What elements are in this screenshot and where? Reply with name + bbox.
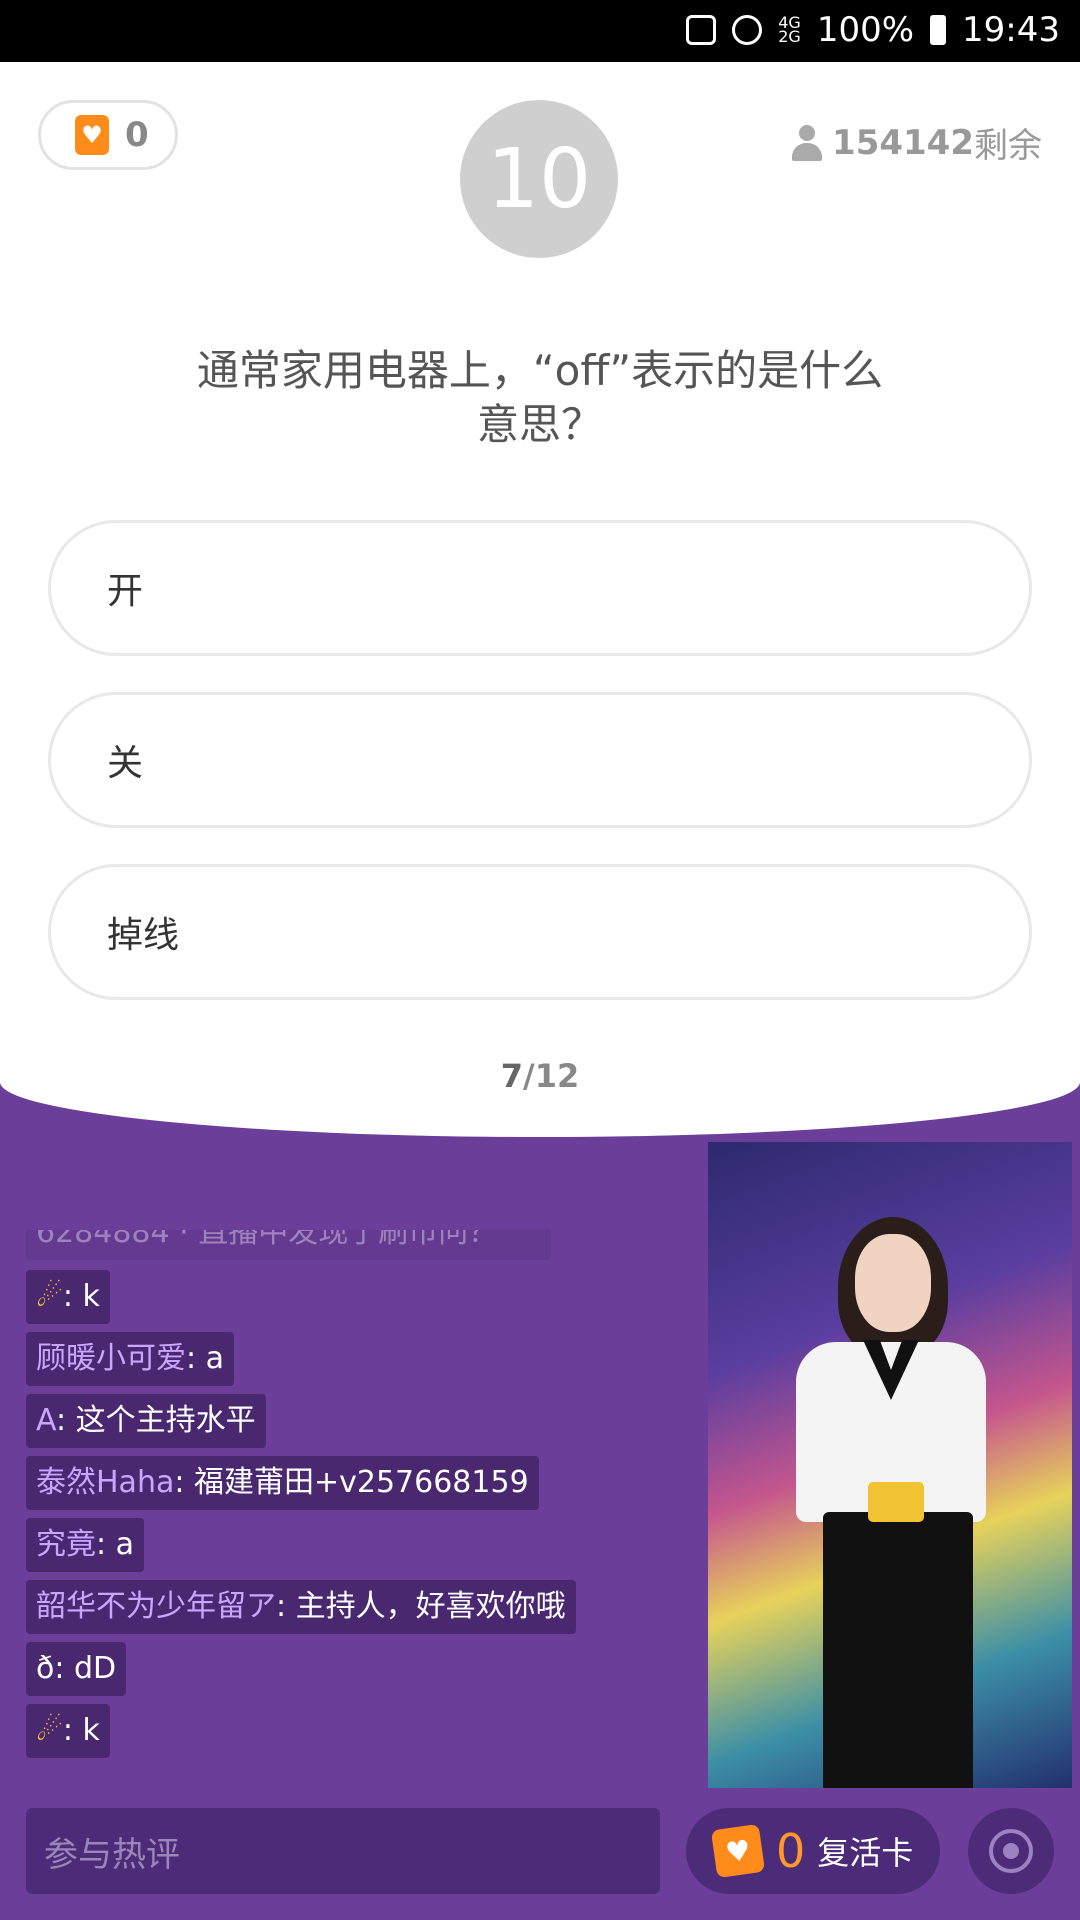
host-cue-card [868, 1482, 924, 1522]
quiz-card: ♥ 0 10 154142 剩余 通常家用电器上，“off”表示的是什么意思？ … [0, 62, 1080, 1137]
status-bar: 4G 2G 100% 19:43 [0, 0, 1080, 62]
comet-icon: ☄ [36, 1713, 63, 1748]
question-text: 通常家用电器上，“off”表示的是什么意思？ [196, 346, 884, 449]
chat-text: : 主持人，好喜欢你哦 [276, 1589, 566, 1624]
faded-line: 6284884 · 直播中发现了刷币问？ [26, 1230, 551, 1260]
chat-list: ☄: k 顾暖小可爱: a A: 这个主持水平 泰然Haha: 福建莆田+v25… [26, 1270, 686, 1766]
answer-option-3[interactable]: 掉线 [48, 864, 1032, 1000]
revive-card-icon: ♥ [710, 1823, 766, 1879]
lives-pill[interactable]: ♥ 0 [38, 100, 178, 170]
chat-text: : a [186, 1341, 225, 1376]
nfc-icon [686, 15, 717, 45]
chat-message: 究竟: a [26, 1518, 145, 1572]
chat-username: 究竟 [36, 1527, 96, 1562]
comment-input[interactable]: 参与热评 [26, 1808, 660, 1894]
battery-icon [930, 15, 947, 45]
remaining-count: 154142 [832, 122, 974, 163]
chat-username: 顾暖小可爱 [36, 1341, 186, 1376]
revive-card-button[interactable]: ♥ 0 复活卡 [686, 1808, 940, 1894]
countdown-timer: 10 [460, 100, 618, 258]
chat-message: ☄: k [26, 1704, 110, 1758]
chat-message: 顾暖小可爱: a [26, 1332, 235, 1386]
comet-icon: ☄ [36, 1279, 63, 1314]
record-dot [1003, 1843, 1019, 1859]
alarm-icon [732, 15, 763, 45]
host-video[interactable] [708, 1142, 1072, 1788]
clock: 19:43 [962, 10, 1060, 50]
chat-message: 泰然Haha: 福建莆田+v257668159 [26, 1456, 539, 1510]
chat-username: 韶华不为少年留ア [36, 1589, 276, 1624]
chat-text: : 福建莆田+v257668159 [174, 1465, 529, 1500]
answer-option-2[interactable]: 关 [48, 692, 1032, 828]
chat-faded-message: 6284884 · 直播中发现了刷币问？ [26, 1230, 551, 1270]
question-progress: 7/12 [0, 1057, 1080, 1095]
remaining-players: 154142 剩余 [792, 118, 1042, 167]
network-type: 4G 2G [778, 15, 801, 46]
chat-message: A: 这个主持水平 [26, 1394, 266, 1448]
answer-option-1[interactable]: 开 [48, 520, 1032, 656]
network-bottom-label: 2G [778, 27, 801, 46]
chat-message: ð: dD [26, 1642, 127, 1696]
battery-percent: 100% [816, 10, 915, 50]
chat-username: ð [36, 1651, 55, 1686]
person-icon [792, 124, 823, 161]
chat-text: : a [96, 1527, 135, 1562]
heart-icon: ♥ [75, 115, 109, 155]
remaining-label: 剩余 [974, 126, 1042, 166]
revive-count: 0 [776, 1824, 806, 1878]
chat-message: 韶华不为少年留ア: 主持人，好喜欢你哦 [26, 1580, 576, 1634]
host-face [855, 1234, 931, 1332]
chat-text: : k [62, 1713, 100, 1748]
chat-username: 泰然Haha [36, 1465, 175, 1500]
chat-message: ☄: k [26, 1270, 110, 1324]
chat-text: : dD [54, 1651, 117, 1686]
host-skirt [823, 1512, 973, 1788]
revive-label: 复活卡 [817, 1834, 914, 1872]
progress-current: 7 [500, 1057, 524, 1095]
record-icon [989, 1829, 1033, 1873]
chat-username: A [36, 1403, 56, 1438]
chat-text: : 这个主持水平 [56, 1403, 256, 1438]
progress-total: /12 [523, 1057, 580, 1095]
record-button[interactable] [968, 1808, 1054, 1894]
lives-count: 0 [125, 115, 149, 155]
status-icons: 4G 2G 100% 19:43 [686, 10, 1060, 50]
chat-text: : k [62, 1279, 100, 1314]
